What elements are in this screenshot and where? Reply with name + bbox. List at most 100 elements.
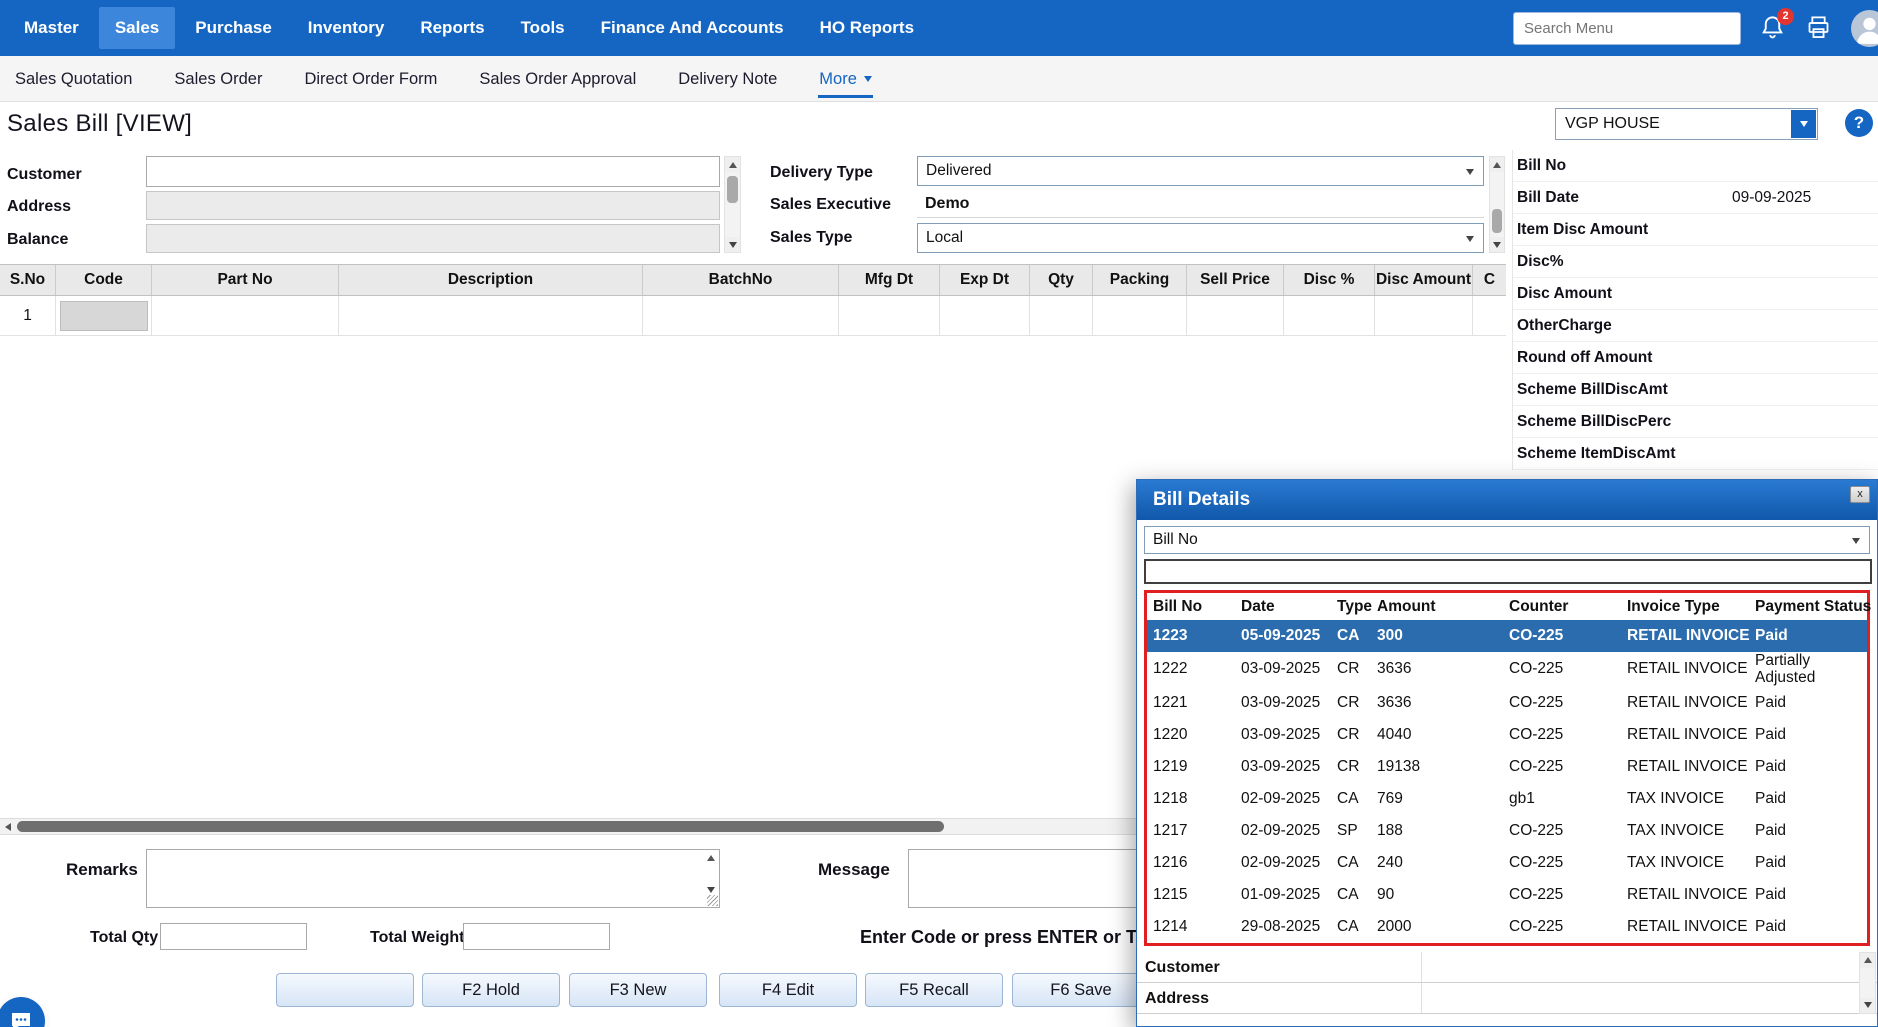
items-cell-code[interactable] [56, 296, 152, 336]
button-f3-new[interactable]: F3 New [569, 973, 707, 1007]
topnav-item-finance-and-accounts[interactable]: Finance And Accounts [585, 7, 800, 49]
items-cell-exp-dt[interactable] [940, 296, 1030, 336]
bill-row-1223[interactable]: 122305-09-2025CA300CO-225RETAIL INVOICEP… [1147, 620, 1867, 652]
bill-cell-amount: 300 [1371, 627, 1503, 645]
bill-rows: 122305-09-2025CA300CO-225RETAIL INVOICEP… [1147, 620, 1867, 943]
scrollbar-thumb[interactable] [1492, 209, 1502, 233]
scroll-down-icon[interactable] [1490, 237, 1504, 252]
help-button[interactable]: ? [1845, 109, 1873, 137]
bill-row-1218[interactable]: 121802-09-2025CA769gb1TAX INVOICEPaid [1147, 783, 1867, 815]
close-button[interactable]: x [1850, 486, 1870, 503]
remarks-textarea[interactable] [147, 850, 719, 907]
summary-label: Scheme BillDiscPerc [1517, 406, 1671, 438]
summary-label: Disc Amount [1517, 278, 1612, 310]
delivery-type-select[interactable]: Delivered [917, 156, 1484, 186]
bill-row-1222[interactable]: 122203-09-2025CR3636CO-225RETAIL INVOICE… [1147, 652, 1867, 687]
sales-type-select[interactable]: Local [917, 223, 1484, 253]
grid-horizontal-scrollbar[interactable] [0, 818, 1136, 835]
bill-row-1216[interactable]: 121602-09-2025CA240CO-225TAX INVOICEPaid [1147, 847, 1867, 879]
bill-cell-bill-no: 1216 [1147, 854, 1235, 872]
button-f6-save[interactable]: F6 Save [1012, 973, 1150, 1007]
subnav-tab-sales-order-approval[interactable]: Sales Order Approval [478, 59, 637, 98]
branch-dropdown-button[interactable] [1791, 110, 1816, 138]
summary-label: Round off Amount [1517, 342, 1652, 374]
bill-cell-counter: gb1 [1503, 790, 1621, 808]
search-by-select[interactable]: Bill No [1144, 526, 1870, 554]
topnav-item-purchase[interactable]: Purchase [179, 7, 288, 49]
topnav-item-tools[interactable]: Tools [505, 7, 581, 49]
menu-search-input[interactable] [1513, 12, 1741, 45]
items-cell-description[interactable] [339, 296, 643, 336]
bill-row-1219[interactable]: 121903-09-2025CR19138CO-225RETAIL INVOIC… [1147, 751, 1867, 783]
items-cell-packing[interactable] [1093, 296, 1187, 336]
scrollbar-thumb[interactable] [727, 176, 738, 203]
items-cell-disc[interactable] [1284, 296, 1375, 336]
scroll-down-icon[interactable] [1860, 998, 1875, 1013]
items-col-qty: Qty [1030, 265, 1093, 295]
total-qty-input[interactable] [160, 923, 307, 950]
bill-results-table: Bill NoDateTypeAmountCounterInvoice Type… [1144, 590, 1870, 946]
topnav-item-sales[interactable]: Sales [99, 7, 175, 49]
scroll-down-icon[interactable] [707, 887, 715, 893]
resize-grip[interactable] [707, 895, 718, 906]
topnav-item-inventory[interactable]: Inventory [292, 7, 401, 49]
scroll-up-icon[interactable] [1490, 157, 1504, 172]
items-cell-batchno[interactable] [643, 296, 839, 336]
avatar[interactable] [1851, 10, 1878, 47]
branch-select[interactable]: VGP HOUSE [1555, 108, 1818, 140]
topnav-item-master[interactable]: Master [8, 7, 95, 49]
topnav-item-ho-reports[interactable]: HO Reports [804, 7, 930, 49]
sales-executive-field[interactable]: Demo [917, 190, 1484, 218]
bill-search-input[interactable] [1144, 559, 1872, 584]
bill-cell-payment-status: Paid [1749, 790, 1869, 807]
subnav-tab-sales-quotation[interactable]: Sales Quotation [14, 59, 133, 98]
bill-cell-date: 03-09-2025 [1235, 694, 1331, 712]
summary-label: Scheme BillDiscAmt [1517, 374, 1668, 406]
bill-row-1214[interactable]: 121429-08-2025CA2000CO-225RETAIL INVOICE… [1147, 911, 1867, 943]
code-input[interactable] [60, 301, 148, 331]
chat-button[interactable] [0, 997, 45, 1027]
subnav-tab-sales-order[interactable]: Sales Order [173, 59, 263, 98]
scrollbar-thumb[interactable] [17, 821, 944, 832]
subnav-tab-direct-order-form[interactable]: Direct Order Form [303, 59, 438, 98]
bill-row-1217[interactable]: 121702-09-2025SP188CO-225TAX INVOICEPaid [1147, 815, 1867, 847]
summary-label: Bill Date [1517, 182, 1579, 214]
items-cell-disc-amount[interactable] [1375, 296, 1473, 336]
bill-cell-invoice-type: RETAIL INVOICE [1621, 627, 1749, 645]
items-cell-s-no[interactable]: 1 [0, 296, 56, 336]
footer-address-row: Address [1137, 983, 1877, 1014]
items-cell-part-no[interactable] [152, 296, 339, 336]
button-f5-recall[interactable]: F5 Recall [865, 973, 1003, 1007]
footer-scrollbar[interactable] [1859, 952, 1876, 1014]
items-cell-c[interactable] [1473, 296, 1506, 336]
bill-row-1221[interactable]: 122103-09-2025CR3636CO-225RETAIL INVOICE… [1147, 687, 1867, 719]
form-scrollbar-right[interactable] [1489, 156, 1505, 253]
items-cell-qty[interactable] [1030, 296, 1093, 336]
dialog-titlebar[interactable]: Bill Details x [1137, 480, 1877, 520]
subnav-tab-more[interactable]: More [818, 59, 873, 98]
bill-row-1220[interactable]: 122003-09-2025CR4040CO-225RETAIL INVOICE… [1147, 719, 1867, 751]
scroll-down-icon[interactable] [725, 237, 740, 252]
total-weight-input[interactable] [463, 923, 610, 950]
topnav-item-reports[interactable]: Reports [404, 7, 500, 49]
scroll-up-icon[interactable] [1860, 953, 1875, 968]
button-blank[interactable] [276, 973, 414, 1007]
bill-cell-date: 03-09-2025 [1235, 726, 1331, 744]
items-cell-mfg-dt[interactable] [839, 296, 940, 336]
print-button[interactable] [1805, 14, 1833, 42]
bill-row-1215[interactable]: 121501-09-2025CA90CO-225RETAIL INVOICEPa… [1147, 879, 1867, 911]
bill-cell-bill-no: 1218 [1147, 790, 1235, 808]
summary-row-item-disc-amount: Item Disc Amount [1513, 214, 1878, 246]
scroll-up-icon[interactable] [725, 157, 740, 172]
bill-cell-payment-status: Paid [1749, 854, 1869, 871]
customer-input[interactable] [146, 156, 720, 187]
button-f2-hold[interactable]: F2 Hold [422, 973, 560, 1007]
scroll-up-icon[interactable] [707, 855, 715, 861]
notifications-button[interactable]: 2 [1759, 14, 1787, 42]
form-scrollbar-left[interactable] [724, 156, 741, 253]
subnav-tab-delivery-note[interactable]: Delivery Note [677, 59, 778, 98]
scroll-left-icon[interactable] [0, 819, 15, 834]
button-f4-edit[interactable]: F4 Edit [719, 973, 857, 1007]
items-cell-sell-price[interactable] [1187, 296, 1284, 336]
bill-cell-amount: 2000 [1371, 918, 1503, 936]
